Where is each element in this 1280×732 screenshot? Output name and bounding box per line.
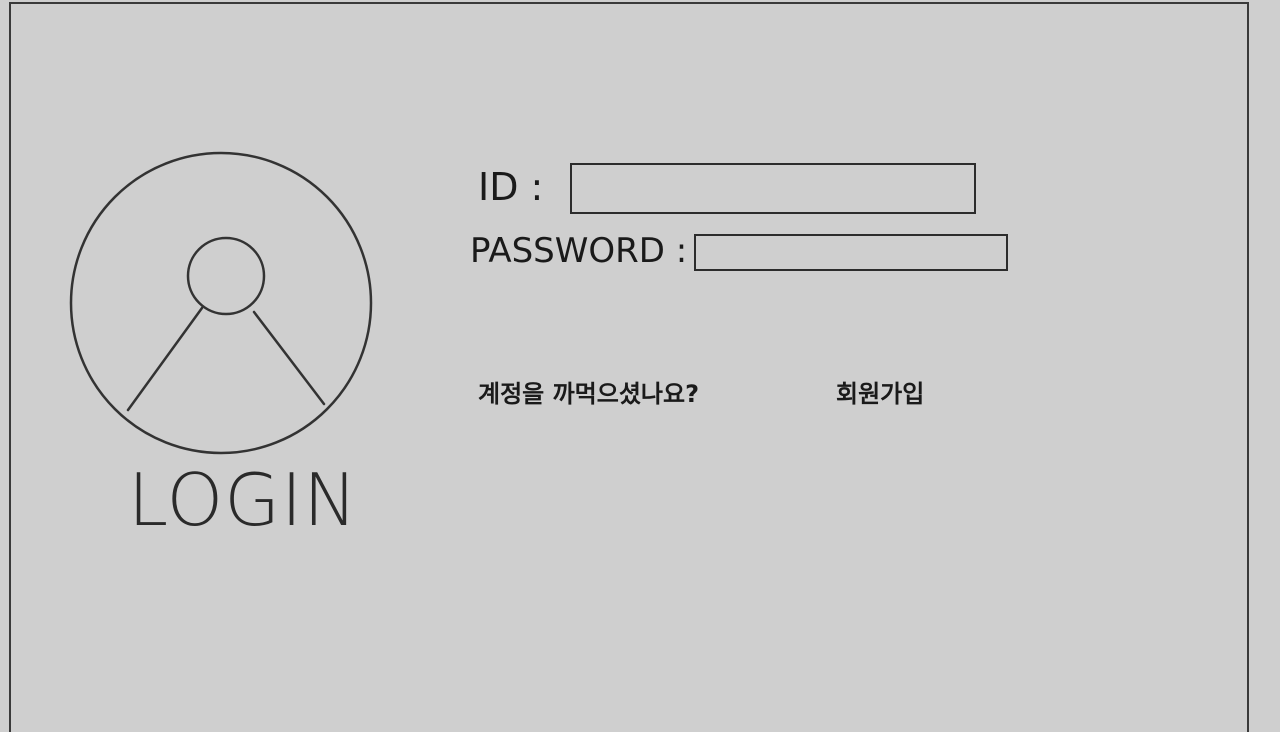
password-label: PASSWORD : bbox=[470, 231, 688, 271]
signup-link[interactable]: 회원가입 bbox=[836, 382, 924, 406]
user-avatar-icon bbox=[66, 148, 376, 458]
id-input[interactable] bbox=[570, 163, 976, 214]
login-caption: LOGIN bbox=[128, 458, 359, 542]
id-label: ID : bbox=[478, 165, 544, 209]
password-input[interactable] bbox=[694, 234, 1008, 271]
forgot-account-link[interactable]: 계정을 까먹으셨나요? bbox=[478, 382, 699, 406]
